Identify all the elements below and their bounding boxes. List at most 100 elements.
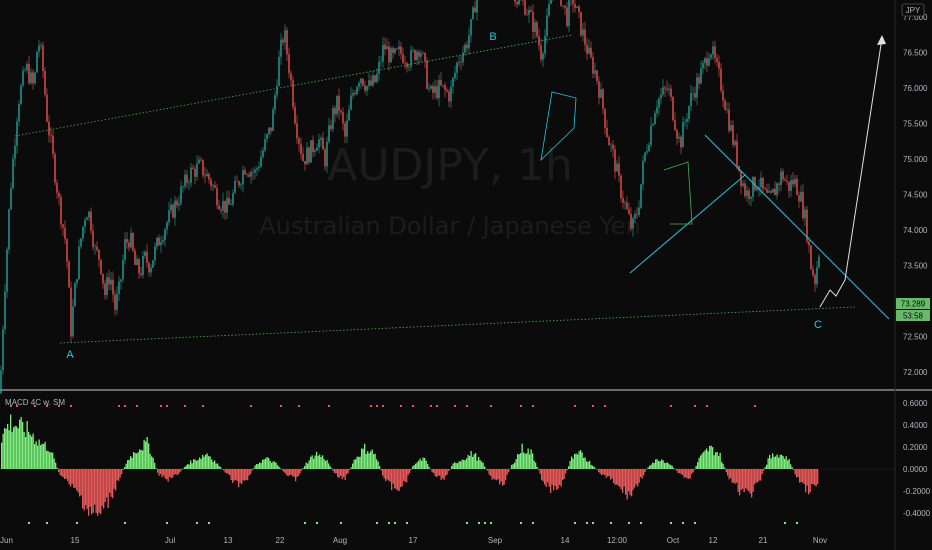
- candle-body: [818, 256, 820, 268]
- descending-trendline[interactable]: [704, 134, 890, 320]
- candle-body: [70, 287, 72, 337]
- macd-bar: [34, 444, 36, 469]
- macd-bar: [619, 469, 621, 487]
- candle-body: [518, 0, 520, 5]
- macd-bar: [133, 452, 135, 469]
- candle-body: [458, 61, 460, 63]
- candle-body: [578, 6, 580, 12]
- macd-bar: [415, 463, 417, 469]
- macd-bar: [376, 459, 378, 469]
- candle-body: [366, 86, 368, 91]
- candle-body: [146, 251, 148, 263]
- macd-bar: [452, 463, 454, 469]
- macd-bar: [626, 469, 628, 500]
- macd-bar: [377, 461, 379, 469]
- signal-dot-top: [124, 405, 126, 407]
- time-tick-13: Nov: [813, 536, 827, 545]
- macd-bar: [757, 469, 759, 483]
- candle-body: [84, 219, 86, 227]
- projection-arrow[interactable]: [819, 37, 883, 308]
- macd-bar: [389, 469, 391, 482]
- macd-bar: [439, 469, 441, 476]
- candle-body: [442, 85, 444, 86]
- macd-bar: [592, 465, 594, 469]
- currency-badge[interactable]: JPY: [901, 3, 925, 17]
- macd-bar: [662, 460, 664, 469]
- macd-bar: [431, 469, 433, 473]
- macd-bar: [379, 466, 381, 469]
- macd-bar: [598, 469, 600, 473]
- macd-bar: [430, 469, 432, 470]
- macd-bar: [793, 469, 795, 470]
- watermark: AUDJPY, 1h Australian Dollar / Japanese …: [259, 140, 640, 240]
- channel-lower-line[interactable]: [59, 306, 856, 344]
- macd-bar: [436, 469, 438, 478]
- candle-body: [256, 168, 258, 170]
- candle-body: [152, 260, 154, 268]
- macd-bar: [667, 462, 669, 469]
- candle-body: [718, 61, 720, 69]
- candle-body: [668, 88, 670, 90]
- consolidation-box[interactable]: [663, 161, 693, 225]
- macd-bar: [166, 469, 168, 480]
- candle-body: [684, 121, 686, 123]
- macd-bar: [199, 457, 201, 469]
- candle-body: [336, 95, 338, 115]
- candle-body: [330, 125, 332, 129]
- macd-bar: [682, 469, 684, 476]
- macd-bar: [706, 448, 708, 469]
- macd-bar: [344, 469, 346, 481]
- macd-bar: [158, 469, 160, 476]
- macd-bar: [316, 451, 318, 469]
- macd-bar: [511, 464, 513, 469]
- macd-bar: [526, 453, 528, 469]
- macd-axis[interactable]: 0.6000 0.4000 0.2000 0.0000 -0.2000 -0.4000: [903, 399, 931, 518]
- macd-bar: [332, 469, 334, 472]
- macd-bar: [694, 468, 696, 470]
- macd-bar: [58, 469, 60, 473]
- macd-bar: [413, 465, 415, 469]
- macd-bar: [587, 461, 589, 469]
- macd-bar: [545, 469, 547, 487]
- price-chart[interactable]: AUDJPY, 1h Australian Dollar / Japanese …: [0, 0, 932, 550]
- time-axis[interactable]: Jun 15 Jul 13 22 Aug 17 Sep 14 12:00 Oct 12 21 Nov: [0, 536, 827, 545]
- macd-bar: [466, 458, 468, 469]
- macd-bar: [181, 469, 183, 471]
- candle-body: [652, 124, 654, 126]
- macd-bar: [263, 459, 265, 469]
- macd-bar: [127, 460, 129, 469]
- signal-dot-top: [532, 405, 534, 407]
- candle-body: [586, 44, 588, 54]
- candle-body: [102, 273, 104, 284]
- macd-bar: [31, 436, 33, 469]
- macd-bar: [52, 452, 54, 469]
- candle-body: [92, 230, 94, 247]
- watermark-name: Australian Dollar / Japanese Yen: [259, 212, 640, 240]
- macd-bar: [716, 451, 718, 469]
- signal-dot-top: [46, 405, 48, 407]
- candle-body: [220, 209, 222, 211]
- macd-bar: [796, 469, 798, 478]
- macd-bar: [523, 452, 525, 469]
- candle-body: [416, 51, 418, 60]
- macd-bar: [397, 469, 399, 491]
- macd-bar: [676, 469, 678, 471]
- macd-bar: [364, 443, 366, 469]
- macd-bar: [812, 469, 814, 485]
- candle-body: [280, 39, 282, 57]
- macd-bar: [305, 462, 307, 469]
- macd-bar: [472, 456, 474, 469]
- macd-bar: [565, 469, 567, 474]
- macd-bar: [644, 469, 646, 473]
- macd-bar: [149, 453, 151, 469]
- macd-bar: [815, 469, 817, 487]
- macd-bar: [350, 467, 352, 469]
- macd-bar: [338, 469, 340, 478]
- candle-body: [286, 30, 288, 55]
- macd-bar: [226, 469, 228, 474]
- candle-body: [466, 44, 468, 49]
- macd-bar: [665, 462, 667, 469]
- candle-body: [274, 95, 276, 110]
- macd-bar: [112, 469, 114, 499]
- candle-body: [762, 177, 764, 189]
